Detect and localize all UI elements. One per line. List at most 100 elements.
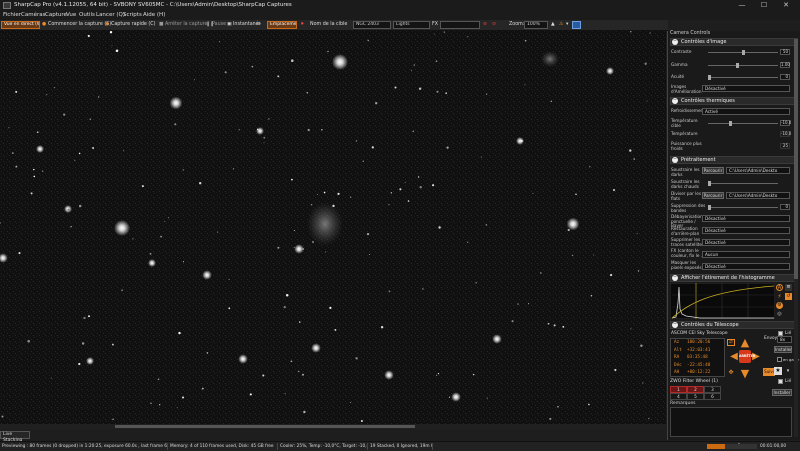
start-capture-icon[interactable]: ●: [42, 21, 46, 29]
fx-select[interactable]: [440, 21, 480, 29]
preprocessing-header[interactable]: − Prétraitement: [670, 156, 798, 164]
target-temp-value[interactable]: -10,0: [780, 120, 791, 126]
filter-slot-4[interactable]: 4: [670, 393, 687, 400]
filterwheel-connected-checkbox[interactable]: [778, 379, 783, 384]
telescope-header[interactable]: − Contrôles du Télescope: [670, 321, 798, 329]
image-view[interactable]: [0, 31, 666, 427]
hot-dark-knob[interactable]: [708, 181, 711, 186]
record-mode-icon[interactable]: ⊙: [492, 21, 496, 29]
park-checkbox[interactable]: [777, 357, 782, 362]
collapse-icon[interactable]: −: [672, 275, 678, 281]
live-view-button[interactable]: Vue en direct (W): [1, 21, 40, 29]
collapse-icon[interactable]: −: [672, 157, 678, 163]
rate-select[interactable]: 8x: [777, 336, 792, 343]
collapse-icon[interactable]: −: [672, 322, 678, 328]
record-icon[interactable]: ⏺: [301, 21, 303, 29]
sharpness-value[interactable]: 0: [780, 74, 790, 80]
histogram-icon[interactable]: ⚠: [559, 21, 563, 29]
color-mode-select[interactable]: Aucun: [702, 251, 790, 258]
collapse-icon[interactable]: −: [672, 98, 678, 104]
scrollbar-thumb[interactable]: [115, 425, 415, 428]
stop-icon[interactable]: ■: [159, 21, 164, 29]
slew-south-icon[interactable]: ▼: [740, 368, 750, 379]
thermal-controls-header[interactable]: − Contrôles thermiques: [670, 97, 798, 105]
close-button[interactable]: ✕: [778, 1, 794, 10]
filter-slot-6[interactable]: 6: [704, 393, 721, 400]
reset-icon[interactable]: ↺: [785, 293, 792, 300]
frame-type-select[interactable]: Lights: [393, 21, 430, 29]
banding-slider[interactable]: [708, 207, 778, 208]
histogram-graph[interactable]: [670, 283, 775, 319]
contrast-knob[interactable]: [742, 50, 745, 55]
live-stacking-button[interactable]: Live Stacking: [0, 431, 30, 443]
debayer-select[interactable]: Désactivé: [702, 215, 790, 222]
zoom-fit-icon[interactable]: ▲: [551, 21, 555, 29]
stop-slew-button[interactable]: ARRÊTER: [739, 350, 755, 363]
telescope-setup-button[interactable]: Installer: [774, 346, 792, 353]
menu-capture[interactable]: Capture: [45, 12, 67, 18]
filterwheel-setup-button[interactable]: Installer: [772, 389, 792, 396]
dark-path-select[interactable]: C:\Users\Admin\Deskto: [726, 167, 790, 174]
dropdown-icon[interactable]: ▾: [566, 21, 568, 29]
quick-capture-icon[interactable]: ◉: [105, 21, 109, 29]
slew-mode-icon[interactable]: ⇄: [727, 339, 735, 346]
menu-cameras[interactable]: Caméras: [21, 12, 45, 18]
histogram-auto-icon[interactable]: A: [776, 284, 783, 291]
telescope-menu-icon[interactable]: ▾: [784, 367, 792, 375]
histogram-menu-icon[interactable]: ≡: [785, 284, 792, 291]
cooler-select[interactable]: Activé: [702, 108, 790, 115]
gamma-knob[interactable]: [736, 63, 739, 68]
filter-slot-5[interactable]: 5: [687, 393, 704, 400]
collapse-icon[interactable]: −: [672, 39, 678, 45]
start-capture-button[interactable]: Commencer la capture (S): [48, 21, 111, 29]
gamma-value[interactable]: 1.00: [780, 62, 790, 68]
menu-scripts[interactable]: Scripts: [123, 12, 142, 18]
menu-tools[interactable]: Outils: [79, 12, 95, 18]
target-temp-slider[interactable]: [708, 123, 778, 124]
target-temp-knob[interactable]: [729, 121, 732, 126]
zoom-select[interactable]: 100%: [524, 21, 548, 29]
slew-north-icon[interactable]: ▲: [740, 337, 750, 348]
maximize-button[interactable]: ☐: [756, 1, 772, 10]
slew-west-icon[interactable]: ◀: [729, 352, 739, 362]
auto-enhance-select[interactable]: Désactivé: [702, 85, 790, 92]
hot-dark-slider[interactable]: [708, 183, 778, 184]
flat-browse-button[interactable]: Parcourir: [702, 192, 724, 199]
quick-capture-button[interactable]: Capture rapide (C): [111, 21, 156, 29]
reticle-button[interactable]: Emplacement: [267, 21, 297, 29]
dark-browse-button[interactable]: Parcourir: [702, 167, 724, 174]
lightning-icon[interactable]: ⚡: [776, 293, 783, 300]
panel-scrollbar-thumb[interactable]: [794, 39, 798, 279]
camera-icon[interactable]: ▣: [227, 21, 232, 29]
sharpness-slider[interactable]: [708, 77, 778, 78]
target-name-select[interactable]: NGC 2403: [353, 21, 391, 29]
menu-run[interactable]: Lancer (Q): [96, 12, 125, 18]
filter-slot-3[interactable]: 3: [704, 386, 721, 393]
horizontal-scrollbar[interactable]: [0, 424, 666, 429]
fullscreen-icon[interactable]: [572, 21, 581, 29]
flat-path-select[interactable]: C:\Users\Admin\Deskto: [726, 192, 790, 199]
panel-scrollbar[interactable]: [794, 39, 798, 437]
snapshot-button[interactable]: Instantané: [233, 21, 259, 29]
pause-button[interactable]: Pause: [212, 21, 226, 29]
stop-capture-button[interactable]: Arrêter la capture: [165, 21, 207, 29]
banding-value[interactable]: 0: [780, 204, 790, 210]
image-controls-header[interactable]: − Contrôles d'image: [670, 38, 798, 46]
menu-help[interactable]: Aide (H): [143, 12, 165, 18]
menu-view[interactable]: Vue: [66, 12, 76, 18]
satellite-select[interactable]: Désactivé: [702, 239, 790, 246]
sharpness-knob[interactable]: [708, 75, 711, 80]
filter-slot-2[interactable]: 2: [687, 386, 704, 393]
notes-textarea[interactable]: [670, 407, 792, 437]
minimize-button[interactable]: —: [734, 1, 750, 10]
mask-pixels-select[interactable]: Désactivé: [702, 263, 790, 270]
menu-file[interactable]: Fichier: [3, 12, 21, 18]
reticle-icon[interactable]: ⊕: [257, 21, 261, 29]
settings-icon[interactable]: ⚙: [776, 302, 783, 309]
warning-icon[interactable]: ⊘: [483, 21, 487, 29]
background-select[interactable]: Désactivé: [702, 227, 790, 234]
contrast-value[interactable]: 50: [780, 49, 790, 55]
filter-slot-1[interactable]: 1: [670, 386, 687, 393]
histogram-info-icon[interactable]: ◎: [776, 311, 783, 318]
banding-knob[interactable]: [708, 205, 711, 210]
